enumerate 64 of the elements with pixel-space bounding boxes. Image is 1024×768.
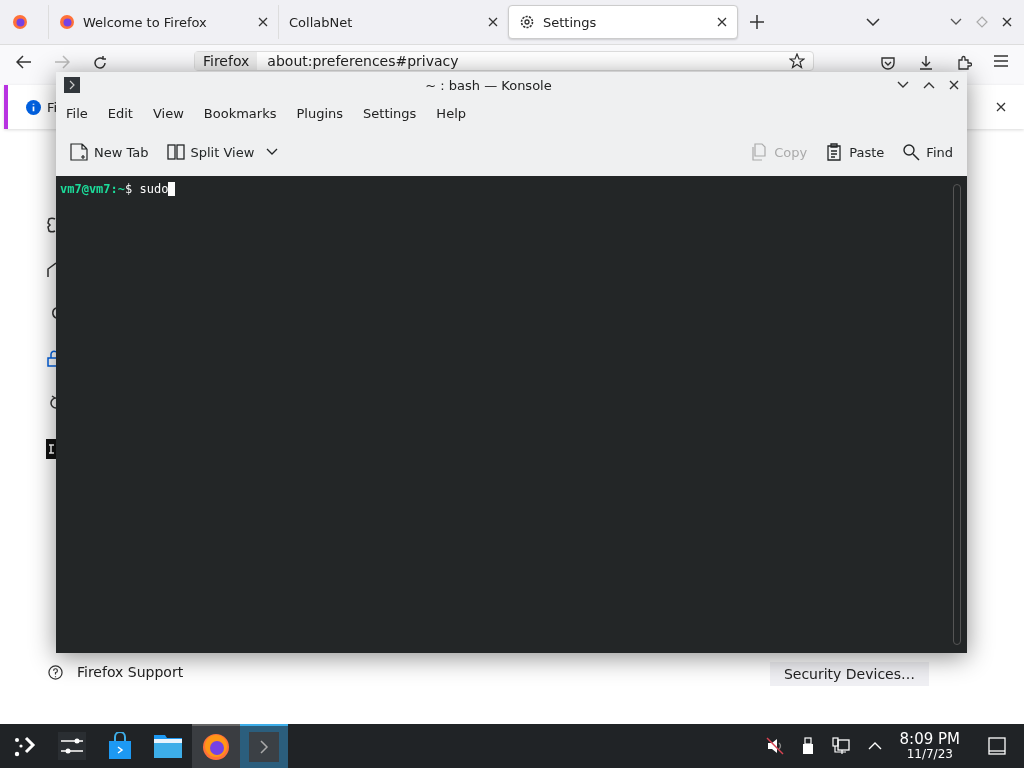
chevron-down-icon[interactable] — [866, 18, 880, 26]
support-link[interactable]: Firefox Support — [77, 664, 184, 680]
menu-item[interactable]: Settings — [363, 105, 417, 121]
new-tab-button[interactable]: New Tab — [64, 139, 155, 165]
copy-icon — [750, 143, 769, 161]
menu-item[interactable]: Help — [436, 105, 466, 121]
shopping-bag-icon — [106, 732, 134, 760]
firefox-logo-icon[interactable] — [12, 14, 28, 30]
split-view-icon — [166, 143, 185, 161]
security-devices-button[interactable]: Security Devices… — [769, 662, 929, 686]
taskbar-terminal-button[interactable] — [240, 724, 288, 768]
reload-icon[interactable] — [92, 55, 108, 71]
terminal-line: vm7@vm7:~$ sudo — [60, 182, 176, 196]
download-icon[interactable] — [918, 55, 934, 71]
network-icon[interactable] — [831, 737, 850, 755]
browser-tab[interactable]: Settings — [508, 5, 738, 39]
clipboard-icon — [825, 143, 844, 161]
new-tab-icon[interactable] — [750, 15, 764, 29]
menu-icon[interactable] — [994, 55, 1008, 67]
paste-button[interactable]: Paste — [819, 139, 891, 165]
folder-icon — [153, 733, 183, 759]
find-button[interactable]: Find — [896, 139, 959, 165]
back-icon[interactable] — [16, 55, 32, 69]
taskbar-browser-button[interactable] — [192, 724, 240, 768]
menu-item[interactable]: Plugins — [296, 105, 344, 121]
terminal-icon — [64, 77, 80, 93]
address-bar[interactable]: Firefox about:preferences#privacy — [194, 51, 814, 71]
menu-item[interactable]: View — [152, 105, 184, 121]
chevron-down-icon — [266, 148, 279, 156]
menu-item[interactable]: Edit — [107, 105, 133, 121]
identity-label[interactable]: Firefox — [195, 52, 258, 70]
new-tab-icon — [70, 143, 88, 161]
help-icon[interactable] — [48, 664, 63, 680]
close-icon[interactable] — [488, 17, 498, 27]
split-view-button[interactable]: Split View — [160, 139, 285, 165]
minimize-icon[interactable] — [897, 81, 909, 89]
show-desktop-icon[interactable] — [988, 737, 1006, 755]
terminal-icon — [249, 732, 279, 762]
clock[interactable]: 8:09 PM 11/7/23 — [899, 731, 960, 761]
close-icon[interactable] — [1002, 17, 1012, 27]
menu-item[interactable]: File — [66, 105, 88, 121]
muted-speaker-icon[interactable] — [765, 737, 784, 755]
close-icon[interactable] — [996, 102, 1006, 112]
lock-icon[interactable] — [46, 349, 56, 367]
info-icon — [26, 99, 41, 115]
firefox-logo-icon — [59, 14, 75, 30]
sliders-icon — [58, 732, 86, 760]
maximize-icon[interactable] — [923, 81, 935, 89]
usb-drive-icon[interactable] — [801, 737, 814, 755]
close-icon[interactable] — [949, 80, 959, 90]
browser-tab[interactable]: Welcome to Firefox — [48, 5, 278, 39]
close-icon[interactable] — [717, 17, 727, 27]
close-icon[interactable] — [258, 17, 268, 27]
star-icon[interactable] — [789, 53, 805, 69]
terminal-area[interactable]: vm7@vm7:~$ sudo — [56, 176, 967, 653]
launcher-icon — [12, 734, 36, 758]
firefox-logo-icon — [201, 732, 231, 762]
pocket-icon[interactable] — [880, 55, 896, 71]
chevron-up-icon[interactable] — [867, 742, 882, 750]
puzzle-icon[interactable] — [956, 55, 972, 71]
minimize-icon[interactable] — [950, 18, 962, 26]
menu-item[interactable]: Bookmarks — [203, 105, 277, 121]
window-title: ~ : bash — Konsole — [424, 77, 553, 93]
notification-text: Fi — [47, 99, 58, 115]
